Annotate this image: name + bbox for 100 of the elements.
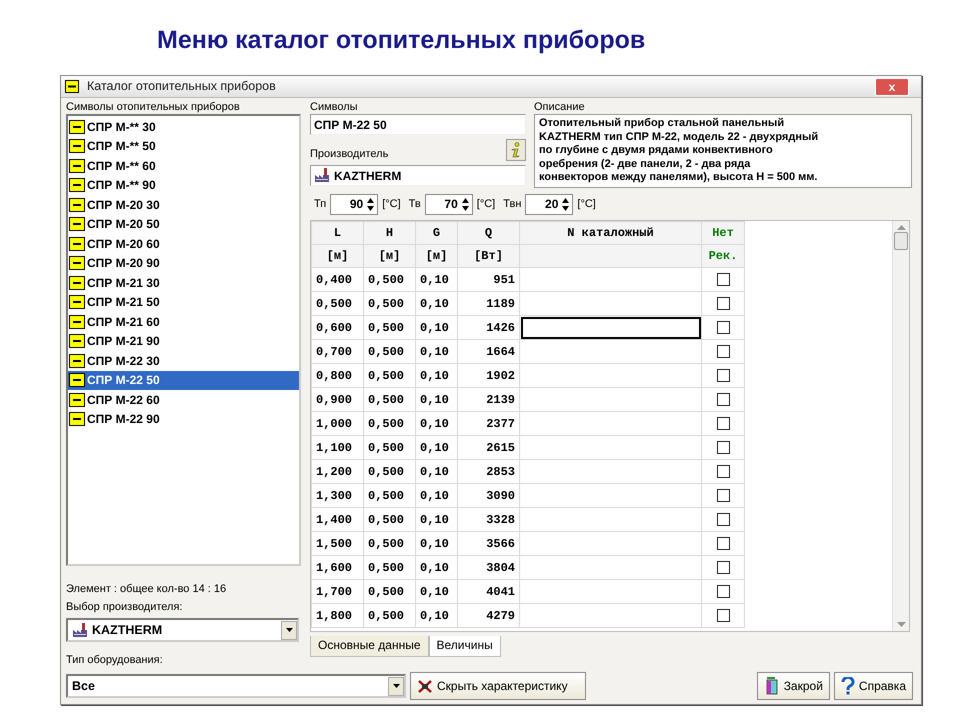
info-button[interactable] (506, 139, 526, 161)
scroll-thumb[interactable] (894, 232, 908, 250)
checkbox[interactable] (716, 464, 730, 478)
checkbox[interactable] (716, 272, 730, 286)
list-item[interactable]: СПР М-22 30 (87, 352, 160, 370)
table-cell: 3566 (458, 532, 520, 556)
table-cell: 1189 (458, 292, 520, 316)
list-item[interactable]: СПР М-20 90 (87, 254, 160, 272)
door-icon (764, 677, 780, 695)
checkbox[interactable] (716, 608, 730, 622)
table-cell[interactable] (520, 604, 702, 628)
checkbox[interactable] (716, 344, 730, 358)
list-item[interactable]: СПР М-21 30 (87, 274, 160, 292)
table-cell: 0,500 (364, 412, 416, 436)
table-cell: 0,500 (364, 556, 416, 580)
factory-icon (72, 622, 88, 638)
list-item[interactable]: СПР М-20 30 (87, 196, 160, 214)
table-cell: 1902 (458, 364, 520, 388)
table-cell: 1664 (458, 340, 520, 364)
table-cell: 3328 (458, 508, 520, 532)
list-item[interactable]: СПР М-** 90 (87, 176, 156, 194)
scroll-down-icon[interactable] (896, 622, 906, 627)
table-cell: 0,10 (416, 484, 458, 508)
equipment-type-dropdown[interactable]: Все (66, 674, 406, 698)
help-button[interactable]: Справка (834, 672, 913, 700)
table-cell: 0,10 (416, 268, 458, 292)
hide-button[interactable]: Скрыть характеристику (410, 672, 586, 700)
scroll-up-icon[interactable] (896, 225, 906, 230)
list-item[interactable]: СПР М-21 60 (87, 312, 160, 331)
table-cell: 0,500 (364, 292, 416, 316)
checkbox[interactable] (716, 488, 730, 502)
checkbox[interactable] (716, 296, 730, 310)
column-unit: [м] (312, 244, 364, 268)
checkbox[interactable] (716, 584, 730, 598)
list-item[interactable]: СПР М-21 90 (87, 332, 160, 350)
temperature-label: Тв (408, 197, 421, 211)
table-cell[interactable] (520, 532, 702, 556)
table-cell[interactable] (520, 580, 702, 604)
checkbox[interactable] (716, 512, 730, 526)
scrollbar[interactable] (892, 221, 909, 631)
manufacturer-dropdown[interactable]: KAZTHERM (66, 618, 299, 642)
checkbox[interactable] (716, 320, 730, 334)
table-cell[interactable] (520, 460, 702, 484)
table-cell: 0,500 (364, 316, 416, 340)
checkbox[interactable] (716, 392, 730, 406)
table-cell[interactable] (520, 364, 702, 388)
table-cell[interactable] (520, 436, 702, 460)
table-cell[interactable] (520, 340, 702, 364)
table-cell: 0,800 (312, 364, 364, 388)
close-button[interactable]: Закрой (756, 672, 830, 700)
list-item-icon (69, 354, 85, 368)
table-cell[interactable] (520, 412, 702, 436)
temperature-spinner[interactable]: 20 (525, 194, 574, 214)
table-cell: 0,500 (364, 532, 416, 556)
table-cell: 0,500 (364, 508, 416, 532)
table-cell[interactable] (520, 316, 702, 340)
tab[interactable]: Величины (428, 636, 501, 657)
table-cell[interactable] (520, 292, 702, 316)
info-icon (511, 142, 521, 158)
list-item-icon (69, 120, 85, 134)
temperature-spinner[interactable]: 90 (330, 194, 378, 214)
manufacturer-field[interactable]: KAZTHERM (310, 165, 526, 186)
tab[interactable]: Основные данные (310, 636, 428, 657)
table-cell[interactable] (520, 556, 702, 580)
list-item[interactable]: СПР М-22 60 (87, 390, 160, 409)
description-field[interactable]: Отопительный прибор стальной панельный KAZTHERM тип СПР М-22, модель 22 - двухрядный по глубине с двумя рядами конвективного оребрения (2- две панели, 2 - два ряда конвекторов между панелями), высота Н = 500 мм. (534, 114, 912, 188)
list-item[interactable]: СПР М-** 60 (87, 156, 156, 175)
close-button[interactable]: x (875, 78, 909, 96)
list-item-icon (69, 314, 85, 329)
checkbox[interactable] (716, 560, 730, 574)
checkbox[interactable] (716, 440, 730, 454)
table-cell[interactable] (520, 484, 702, 508)
table-cell[interactable] (520, 508, 702, 532)
equipment-type-label: Тип оборудования: (66, 654, 163, 666)
list-item[interactable]: СПР М-20 60 (87, 234, 160, 253)
table-cell[interactable] (520, 388, 702, 412)
checkbox[interactable] (716, 416, 730, 430)
list-item-icon (69, 373, 85, 388)
table-cell[interactable] (520, 268, 702, 292)
table-cell: 1426 (458, 316, 520, 340)
table-cell: 0,500 (364, 484, 416, 508)
checkbox[interactable] (716, 536, 730, 550)
table-cell: 0,900 (312, 388, 364, 412)
symbols-field[interactable]: СПР М-22 50 (310, 114, 526, 135)
list-item[interactable]: СПР М-** 30 (87, 118, 156, 136)
list-item[interactable]: СПР М-21 50 (87, 293, 160, 312)
unit-label: [°C] (577, 197, 596, 211)
list-item-icon (69, 412, 85, 426)
table-cell: 1,300 (312, 484, 364, 508)
unit-label: [°C] (476, 197, 496, 211)
list-item[interactable]: СПР М-** 50 (87, 137, 156, 156)
column-unit: [м] (416, 244, 458, 268)
checkbox[interactable] (716, 368, 730, 382)
temperature-spinner[interactable]: 70 (424, 194, 473, 214)
table-cell: 1,600 (312, 556, 364, 580)
list-item[interactable]: СПР М-22 90 (87, 410, 160, 428)
list-item-icon (69, 217, 85, 232)
list-item-icon (69, 198, 85, 212)
list-item[interactable]: СПР М-20 50 (87, 215, 160, 234)
manufacturer-label: Выбор производителя: (66, 600, 184, 614)
